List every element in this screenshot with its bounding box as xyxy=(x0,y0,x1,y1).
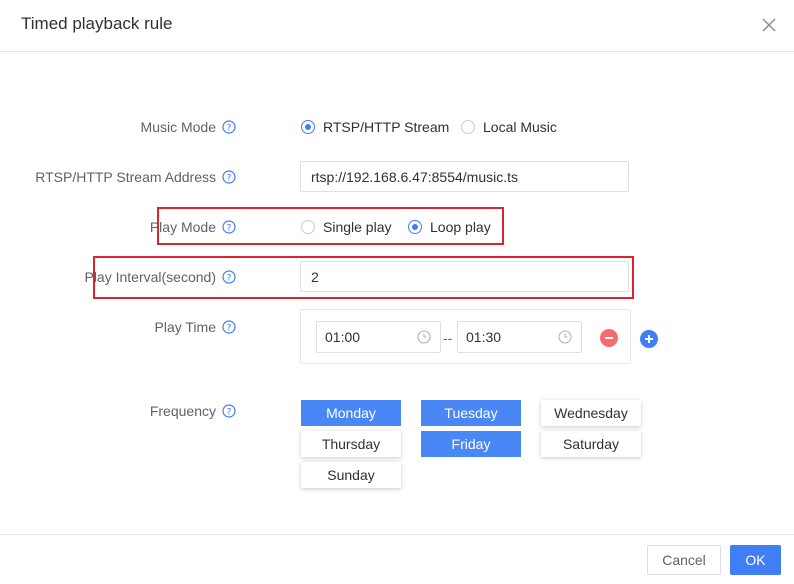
radio-label: Loop play xyxy=(430,219,491,235)
play-interval-value: 2 xyxy=(311,268,319,285)
stream-address-label-text: RTSP/HTTP Stream Address xyxy=(35,169,216,185)
play-interval-label: Play Interval(second) ? xyxy=(84,269,236,285)
close-icon[interactable] xyxy=(759,15,779,35)
stream-address-input[interactable]: rtsp://192.168.6.47:8554/music.ts xyxy=(300,161,629,192)
radio-dot xyxy=(301,120,315,134)
svg-text:?: ? xyxy=(227,174,232,184)
svg-text:?: ? xyxy=(227,124,232,134)
radio-loop-play[interactable]: Loop play xyxy=(408,219,491,235)
help-icon[interactable]: ? xyxy=(222,404,236,418)
play-mode-label: Play Mode ? xyxy=(150,219,236,235)
play-time-label-text: Play Time xyxy=(154,319,216,335)
cancel-button[interactable]: Cancel xyxy=(647,545,721,575)
radio-dot xyxy=(408,220,422,234)
day-label: Friday xyxy=(451,436,491,452)
day-label: Sunday xyxy=(327,467,375,483)
play-mode-label-text: Play Mode xyxy=(149,219,216,235)
day-sunday[interactable]: Sunday xyxy=(301,462,401,488)
help-icon[interactable]: ? xyxy=(222,220,236,234)
day-monday[interactable]: Monday xyxy=(301,400,401,426)
radio-label: RTSP/HTTP Stream xyxy=(323,119,450,135)
day-label: Saturday xyxy=(562,436,620,452)
day-saturday[interactable]: Saturday xyxy=(541,431,641,457)
day-thursday[interactable]: Thursday xyxy=(301,431,401,457)
music-mode-label-text: Music Mode xyxy=(140,119,216,135)
frequency-label: Frequency ? xyxy=(150,403,236,419)
time-range-separator: -- xyxy=(443,330,453,346)
day-tuesday[interactable]: Tuesday xyxy=(421,400,521,426)
play-time-label: Play Time ? xyxy=(155,319,236,335)
start-time-input[interactable]: 01:00 xyxy=(316,321,441,353)
clock-icon xyxy=(558,330,572,344)
svg-text:?: ? xyxy=(227,324,232,334)
footer-divider xyxy=(0,534,794,535)
ok-button[interactable]: OK xyxy=(730,545,781,575)
radio-single-play[interactable]: Single play xyxy=(301,219,392,235)
day-label: Monday xyxy=(326,405,376,421)
help-icon[interactable]: ? xyxy=(222,120,236,134)
help-icon[interactable]: ? xyxy=(222,170,236,184)
day-friday[interactable]: Friday xyxy=(421,431,521,457)
svg-text:?: ? xyxy=(227,408,232,418)
start-time-value: 01:00 xyxy=(325,329,361,345)
remove-icon[interactable] xyxy=(600,329,618,347)
day-label: Tuesday xyxy=(444,405,498,421)
stream-address-label: RTSP/HTTP Stream Address ? xyxy=(35,169,236,185)
svg-text:?: ? xyxy=(227,274,232,284)
play-interval-label-text: Play Interval(second) xyxy=(84,269,216,285)
stream-address-value: rtsp://192.168.6.47:8554/music.ts xyxy=(311,168,519,185)
frequency-label-text: Frequency xyxy=(149,403,216,419)
day-wednesday[interactable]: Wednesday xyxy=(541,400,641,426)
radio-dot xyxy=(461,120,475,134)
radio-local-music[interactable]: Local Music xyxy=(461,119,557,135)
radio-label: Single play xyxy=(323,219,392,235)
dialog-title: Timed playback rule xyxy=(21,14,173,33)
radio-dot xyxy=(301,220,315,234)
day-label: Thursday xyxy=(321,436,381,452)
day-label: Wednesday xyxy=(554,405,628,421)
svg-text:?: ? xyxy=(227,224,232,234)
clock-icon xyxy=(417,330,431,344)
play-interval-input[interactable]: 2 xyxy=(300,261,629,292)
music-mode-label: Music Mode ? xyxy=(141,119,236,135)
dialog-header: Timed playback rule xyxy=(0,0,794,52)
end-time-value: 01:30 xyxy=(466,329,502,345)
radio-rtsp-http-stream[interactable]: RTSP/HTTP Stream xyxy=(301,119,449,135)
radio-label: Local Music xyxy=(483,119,557,135)
end-time-input[interactable]: 01:30 xyxy=(457,321,582,353)
help-icon[interactable]: ? xyxy=(222,270,236,284)
help-icon[interactable]: ? xyxy=(222,320,236,334)
add-icon[interactable] xyxy=(640,330,658,348)
